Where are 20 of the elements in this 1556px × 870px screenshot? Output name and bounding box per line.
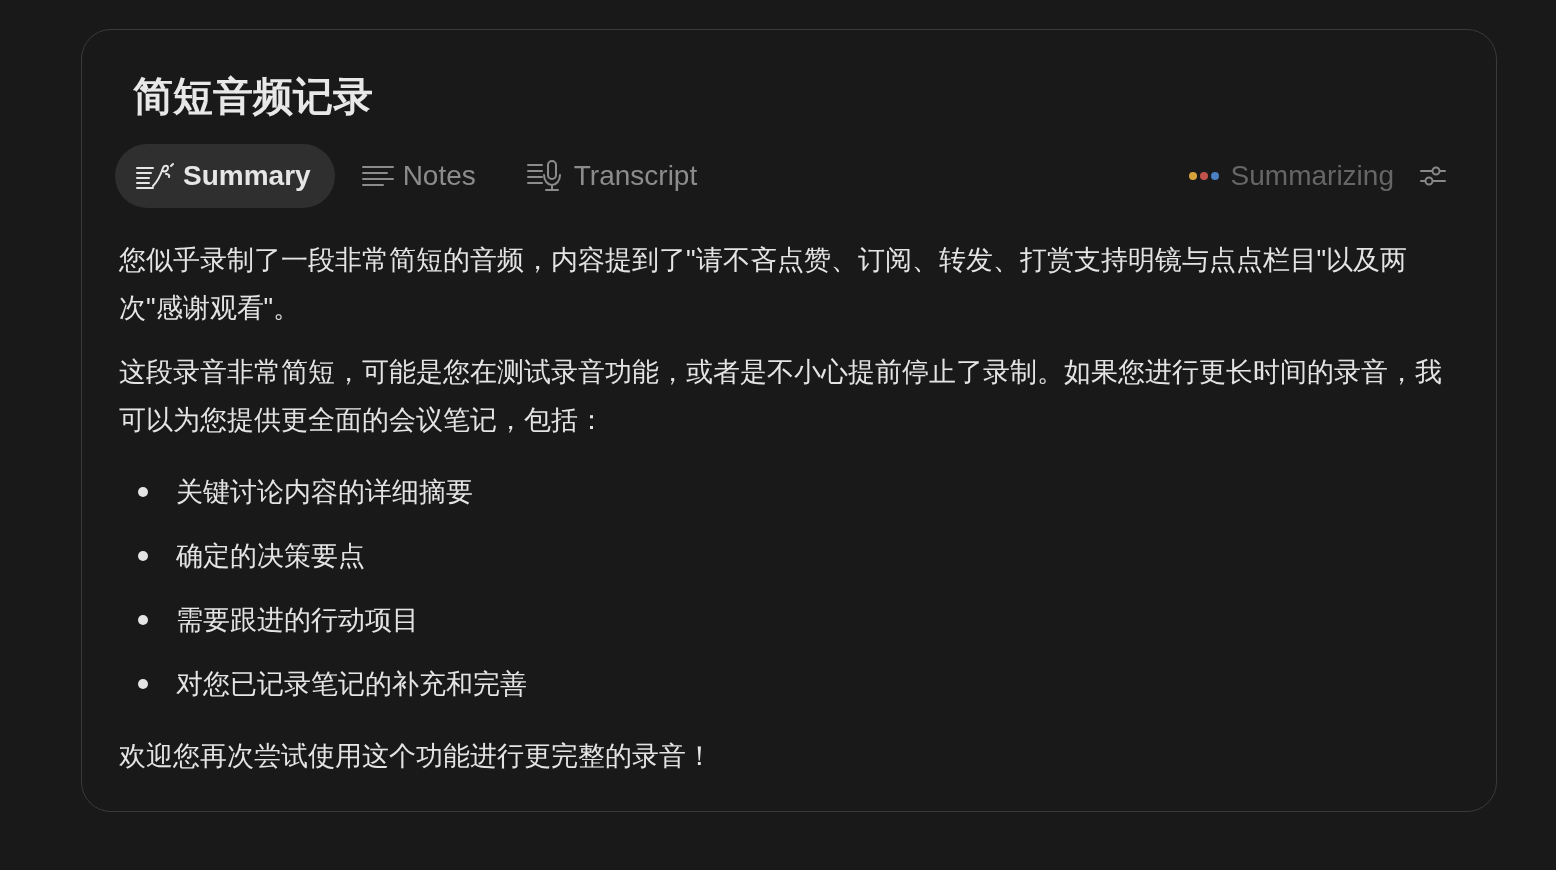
list-item-text: 对您已记录笔记的补充和完善 bbox=[176, 668, 527, 701]
list-item-text: 需要跟进的行动项目 bbox=[176, 604, 419, 637]
progress-dots-icon bbox=[1188, 172, 1219, 180]
list-item-text: 确定的决策要点 bbox=[176, 540, 365, 573]
summary-paragraph: 欢迎您再次尝试使用这个功能进行更完整的录音！ bbox=[119, 740, 714, 773]
status-label: Summarizing bbox=[1230, 160, 1394, 192]
tab[interactable]: Transcript bbox=[505, 144, 722, 208]
bullet-icon bbox=[138, 615, 148, 625]
list-item-text: 关键讨论内容的详细摘要 bbox=[176, 476, 473, 509]
bullet-icon bbox=[138, 679, 148, 689]
summary-paragraph: 这段录音非常简短，可能是您在测试录音功能，或者是不小心提前停止了录制。如果您进行更长时间的录音，我可以为您提供更全面的会议笔记，包括： bbox=[119, 356, 1443, 437]
bullet-icon bbox=[138, 551, 148, 561]
tab[interactable]: Notes bbox=[340, 144, 500, 208]
bullet-icon bbox=[138, 487, 148, 497]
summary-paragraph: 您似乎录制了一段非常简短的音频，内容提到了"请不吝点赞、订阅、转发、打赏支持明镜与点点栏目"以及两次"感谢观看"。 bbox=[119, 244, 1409, 325]
tab[interactable]: Summary bbox=[115, 144, 335, 208]
settings-icon[interactable] bbox=[1420, 164, 1446, 188]
lines-pen-icon bbox=[135, 162, 175, 190]
card-title: 简短音频记录 bbox=[133, 73, 374, 120]
lines-icon bbox=[360, 164, 395, 188]
